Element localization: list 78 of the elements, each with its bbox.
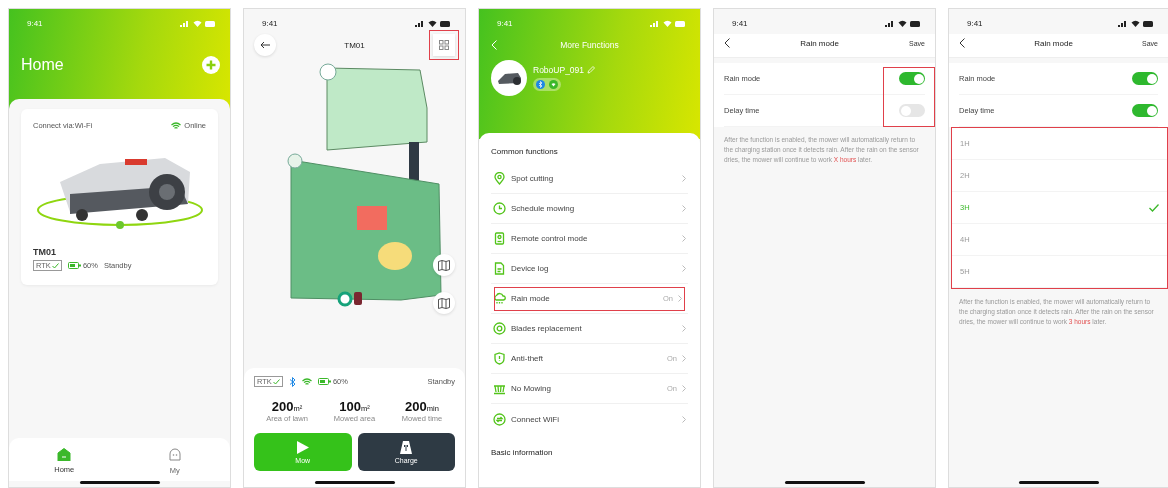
battery-icon — [675, 20, 686, 27]
chevron-icon — [682, 415, 686, 423]
remote-icon — [493, 232, 506, 245]
screen-title: Home — [21, 56, 64, 74]
battery-icon — [1143, 20, 1154, 27]
device-name: RoboUP_091 — [533, 65, 585, 75]
status-time: 9:41 — [732, 19, 748, 28]
screen-title: Rain mode — [1034, 38, 1073, 48]
document-icon — [493, 262, 506, 275]
wifi-icon — [193, 20, 202, 27]
signal-icon — [885, 20, 895, 27]
wifi-icon — [301, 377, 312, 386]
wifi-icon — [898, 20, 907, 27]
function-item[interactable]: Blades replacement — [491, 314, 688, 344]
section-heading: Common functions — [491, 146, 559, 158]
battery-icon — [910, 20, 921, 27]
toggle-switch[interactable] — [1132, 104, 1158, 117]
status-time: 9:41 — [497, 19, 513, 28]
function-item[interactable]: Spot cutting — [491, 164, 688, 194]
toggle-switch[interactable] — [1132, 72, 1158, 85]
wifi-icon — [428, 20, 437, 27]
function-item[interactable]: Schedule mowing — [491, 194, 688, 224]
clock-icon — [493, 202, 506, 215]
signal-icon — [650, 20, 660, 27]
signal-icon — [1118, 20, 1128, 27]
battery-icon — [317, 378, 331, 385]
chevron-icon — [678, 295, 682, 302]
back-chevron-icon[interactable] — [959, 38, 965, 48]
battery-icon — [67, 262, 81, 269]
function-item[interactable]: Device log — [491, 254, 688, 284]
status-time: 9:41 — [262, 19, 278, 28]
status-time: 9:41 — [27, 19, 43, 28]
back-arrow-icon — [260, 41, 270, 49]
checkmark-icon — [1149, 203, 1159, 212]
link-icon — [493, 412, 506, 426]
wifi-icon — [663, 20, 672, 27]
shield-icon — [493, 352, 506, 365]
pencil-icon[interactable] — [587, 66, 596, 74]
chevron-icon — [682, 385, 686, 392]
status-time: 9:41 — [967, 19, 983, 28]
screen-title: TM01 — [344, 40, 365, 50]
section-heading: Basic information — [491, 447, 554, 459]
toggle-switch[interactable] — [899, 72, 925, 85]
grid-icon — [439, 40, 449, 50]
map-edit-button[interactable] — [433, 254, 455, 276]
map-icon — [438, 259, 450, 271]
chevron-icon — [682, 205, 686, 212]
robot-face-icon — [167, 448, 182, 462]
chevron-icon — [682, 175, 686, 182]
back-chevron-icon[interactable] — [724, 38, 730, 48]
back-button[interactable] — [254, 34, 276, 56]
cloud-icon — [493, 292, 506, 305]
chevron-icon — [682, 265, 686, 272]
chevron-icon — [682, 325, 686, 332]
bluetooth-icon — [288, 376, 296, 387]
screen-title: Rain mode — [800, 38, 839, 48]
signal-icon — [180, 20, 190, 27]
chevron-icon — [682, 355, 686, 362]
map-view-button[interactable] — [433, 292, 455, 314]
pin-icon — [493, 172, 506, 185]
play-icon — [296, 440, 309, 454]
home-icon — [57, 448, 72, 461]
toggle-switch[interactable] — [899, 104, 925, 117]
battery-icon — [205, 20, 216, 27]
add-icon[interactable] — [202, 56, 220, 74]
plug-icon — [400, 440, 413, 454]
battery-icon — [440, 20, 451, 27]
wifi-icon — [171, 121, 182, 130]
device-name: TM01 — [33, 247, 57, 257]
connection-indicator — [533, 78, 561, 91]
function-item[interactable]: Remote control mode — [491, 224, 688, 254]
wifi-icon — [1131, 20, 1140, 27]
function-item[interactable]: Connect WiFi — [491, 404, 688, 434]
signal-icon — [415, 20, 425, 27]
screen-title: More Functions — [560, 40, 619, 50]
map-icon — [438, 297, 450, 309]
mower-avatar-drawing — [491, 60, 527, 96]
chevron-icon — [682, 235, 686, 242]
